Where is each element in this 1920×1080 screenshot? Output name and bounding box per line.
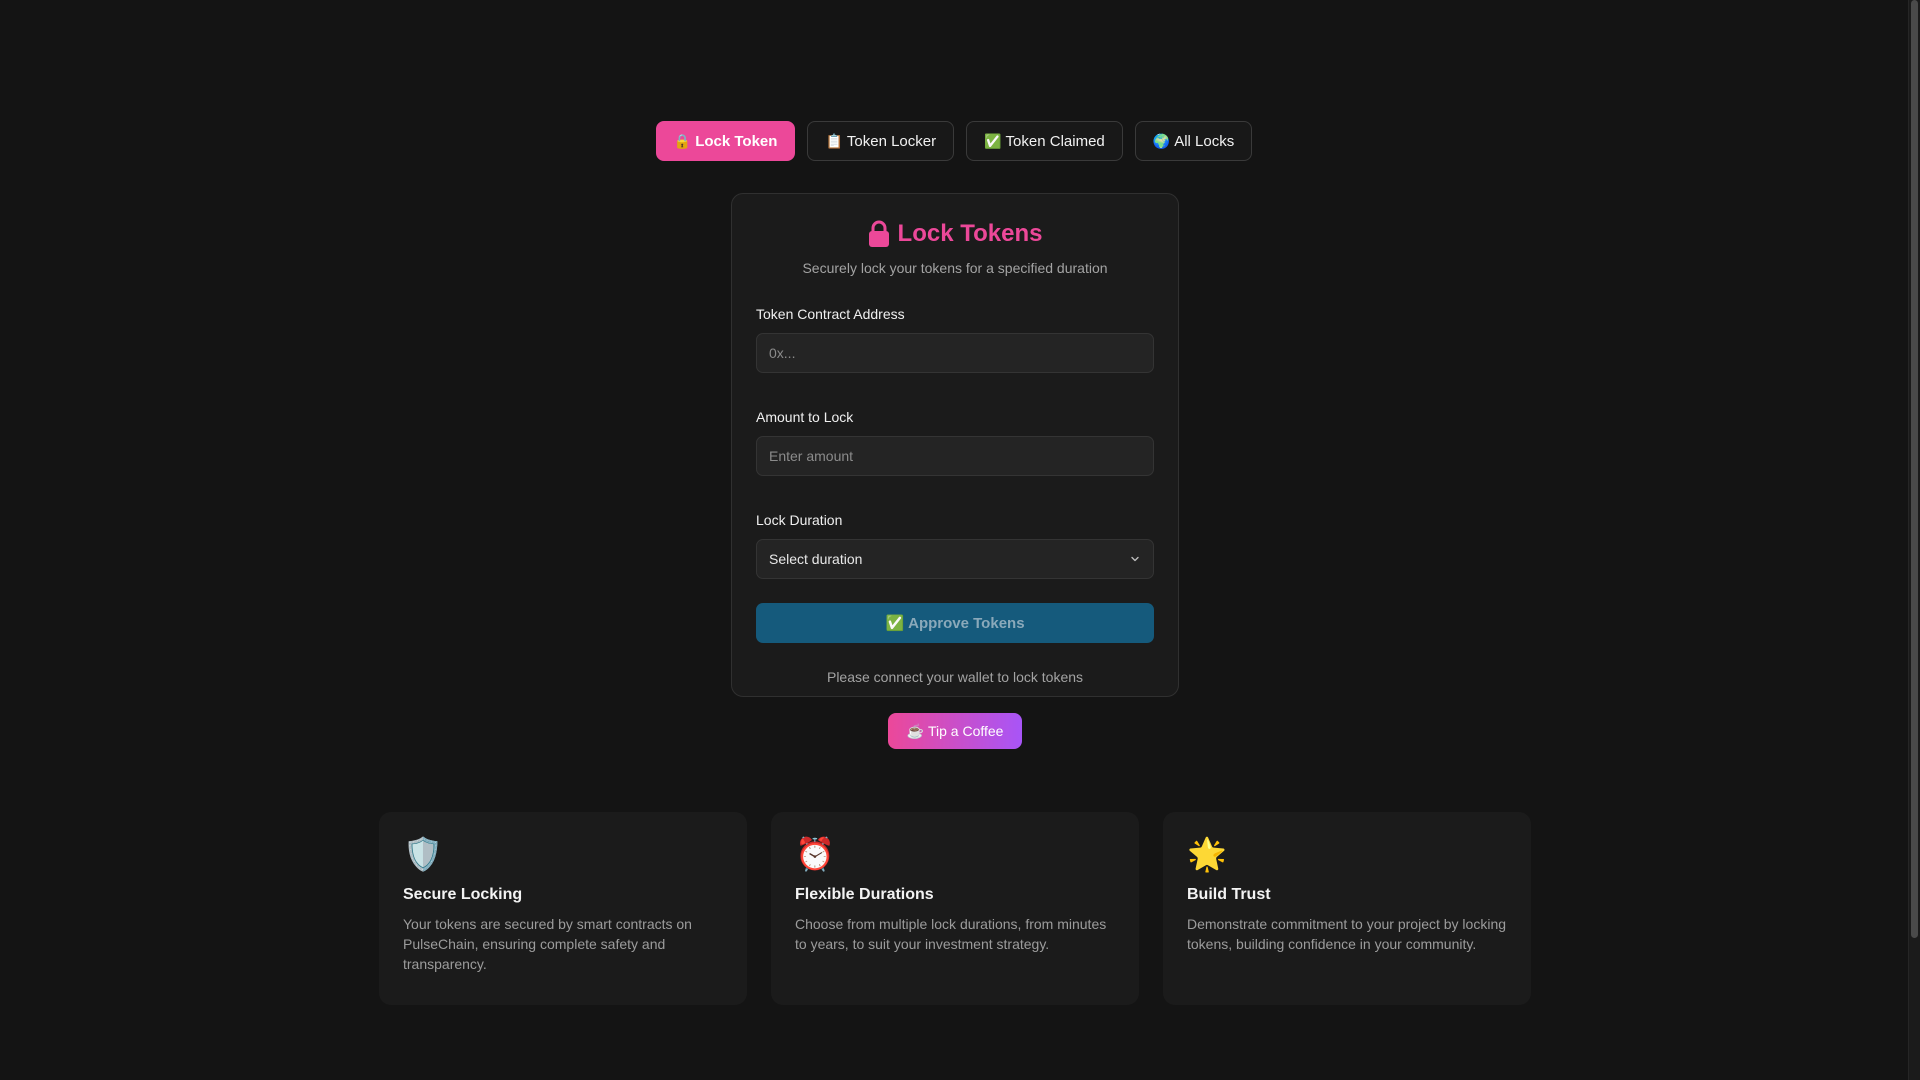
star-icon: 🌟 [1187, 836, 1227, 872]
feature-description: Your tokens are secured by smart contrac… [403, 916, 692, 972]
tab-label: All Locks [1174, 132, 1235, 150]
card-title: Lock Tokens [756, 220, 1154, 248]
approve-label: Approve Tokens [908, 614, 1025, 632]
page: 🔒 Lock Token 📋 Token Locker ✅ Token Clai… [0, 0, 1920, 1080]
wallet-status-message: Please connect your wallet to lock token… [826, 669, 1084, 685]
tab-bar: 🔒 Lock Token 📋 Token Locker ✅ Token Clai… [0, 121, 1908, 161]
features-section: 🛡️ Secure Locking Your tokens are secure… [379, 812, 1531, 1005]
address-label: Token Contract Address [756, 306, 905, 322]
check-icon: ✅ [885, 615, 905, 632]
card-title-text: Lock Tokens [897, 220, 1043, 247]
padlock-icon [868, 220, 889, 247]
tab-label: Token Locker [846, 132, 937, 150]
feature-card-flexible-durations: ⏰ Flexible Durations Choose from multipl… [771, 812, 1139, 1005]
feature-title: Build Trust [1187, 886, 1271, 903]
coffee-icon: ☕ [906, 722, 924, 739]
tab-token-claimed[interactable]: ✅ Token Claimed [966, 121, 1123, 161]
feature-card-secure-locking: 🛡️ Secure Locking Your tokens are secure… [379, 812, 747, 1005]
tab-lock-token[interactable]: 🔒 Lock Token [655, 121, 796, 161]
duration-select-value: Select duration [769, 551, 863, 567]
card-subtitle: Securely lock your tokens for a specifie… [802, 260, 1108, 276]
duration-select[interactable]: Select duration [756, 539, 1154, 579]
amount-input[interactable] [756, 436, 1154, 476]
lock-tokens-card: Lock Tokens Securely lock your tokens fo… [731, 193, 1179, 697]
tip-coffee-button[interactable]: ☕ Tip a Coffee [888, 713, 1022, 749]
tab-all-locks[interactable]: 🌍 All Locks [1134, 121, 1253, 161]
scrollbar-thumb[interactable] [1911, 0, 1918, 938]
token-address-input[interactable] [756, 333, 1154, 373]
tab-label: Token Claimed [1005, 132, 1105, 150]
tab-token-locker[interactable]: 📋 Token Locker [807, 121, 955, 161]
feature-description: Choose from multiple lock durations, fro… [795, 916, 1107, 952]
shield-icon: 🛡️ [403, 836, 443, 872]
alarm-clock-icon: ⏰ [795, 836, 835, 872]
scrollbar[interactable] [1908, 0, 1920, 1080]
tab-label: Lock Token [695, 132, 778, 150]
feature-title: Secure Locking [403, 886, 523, 903]
approve-tokens-button[interactable]: ✅ Approve Tokens [756, 603, 1154, 643]
lock-icon: 🔒 [673, 132, 692, 149]
globe-icon: 🌍 [1152, 132, 1171, 149]
duration-label: Lock Duration [756, 512, 843, 528]
feature-description: Demonstrate commitment to your project b… [1187, 916, 1507, 952]
clipboard-icon: 📋 [825, 132, 843, 149]
check-icon: ✅ [984, 132, 1002, 149]
feature-card-build-trust: 🌟 Build Trust Demonstrate commitment to … [1163, 812, 1531, 1005]
chevron-down-icon [1131, 556, 1139, 562]
amount-label: Amount to Lock [756, 409, 854, 425]
tip-label: Tip a Coffee [927, 723, 1004, 739]
feature-title: Flexible Durations [795, 886, 934, 903]
